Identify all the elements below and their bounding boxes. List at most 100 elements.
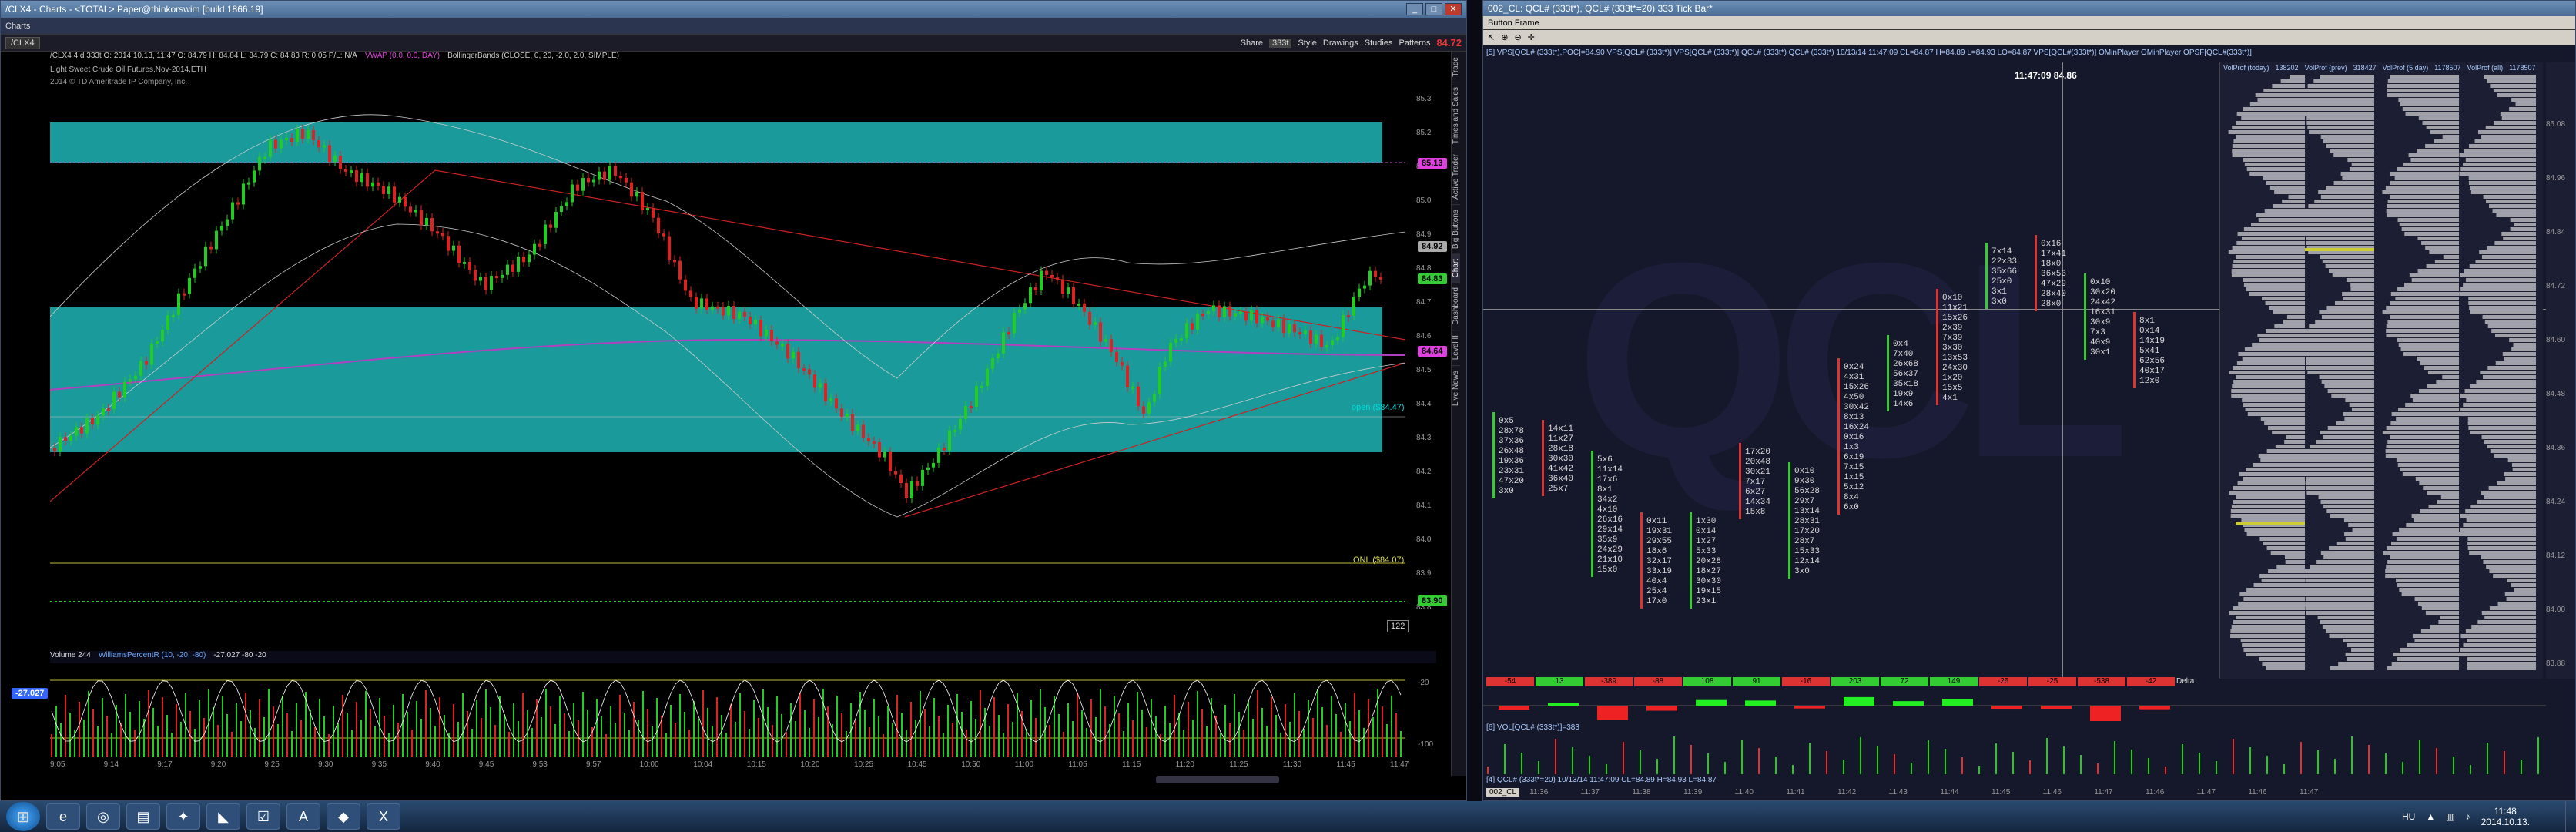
side-tab-times-sales[interactable]: Times and Sales xyxy=(1452,81,1460,149)
vp-bar xyxy=(2464,389,2536,393)
bar-count: 122 xyxy=(1387,620,1409,632)
vp-bar xyxy=(2494,121,2536,125)
vp-bar xyxy=(2464,149,2536,153)
workspace-tab[interactable]: 002_CL xyxy=(1486,788,1520,797)
vp-bar xyxy=(2391,412,2459,416)
vp-bar xyxy=(2476,380,2536,384)
candle-body xyxy=(1056,277,1059,280)
side-tab-dashboard[interactable]: Dashboard xyxy=(1452,282,1460,330)
vp-bar xyxy=(2386,426,2459,430)
zoom-out-icon[interactable]: ⊖ xyxy=(1514,32,1521,42)
chrome-icon[interactable]: ◎ xyxy=(86,803,120,830)
vp-bar xyxy=(2412,398,2459,402)
explorer-icon[interactable]: ▤ xyxy=(126,803,160,830)
vp-bar xyxy=(2233,620,2305,624)
delta-bar xyxy=(1794,706,1825,709)
side-tab-chart[interactable]: Chart xyxy=(1452,253,1460,283)
fp-time-tick: 11:46 xyxy=(2042,788,2062,797)
candle-body xyxy=(738,311,741,320)
vp-bar xyxy=(2310,565,2374,569)
candle-body xyxy=(851,414,854,431)
delta-cell: 149 xyxy=(1930,677,1978,686)
side-tab-trade[interactable]: Trade xyxy=(1452,52,1460,82)
candle-body xyxy=(59,437,62,452)
vp-bar xyxy=(2470,384,2536,388)
side-tab-level2[interactable]: Level II xyxy=(1452,330,1460,365)
crosshair-vertical xyxy=(2062,62,2063,679)
language-indicator[interactable]: HU xyxy=(2402,811,2415,822)
price-tick: 84.3 xyxy=(1416,434,1432,442)
candle-body xyxy=(517,256,520,272)
candle-body xyxy=(107,408,110,411)
vp-bar xyxy=(2232,153,2305,157)
acrobat-icon[interactable]: A xyxy=(286,803,320,830)
candle-body xyxy=(1110,339,1113,352)
vp-bar xyxy=(2492,209,2536,213)
zoom-tool-icon[interactable]: ⊕ xyxy=(1501,32,1508,42)
candle-body xyxy=(571,184,574,203)
close-button[interactable]: ✕ xyxy=(1445,3,1462,15)
side-tab-big-buttons[interactable]: Big Buttons xyxy=(1452,203,1460,253)
thinkorswim-icon[interactable]: ✦ xyxy=(166,803,200,830)
price-tick: 84.5 xyxy=(1416,366,1432,374)
drawings-button[interactable]: Drawings xyxy=(1323,39,1358,48)
vp-bar xyxy=(2250,223,2305,226)
vp-bar xyxy=(2306,477,2374,481)
williams-values: -27.027 -80 -20 xyxy=(213,651,266,659)
vp-bar xyxy=(2288,195,2305,199)
vp-bar xyxy=(2514,223,2536,226)
candle-body xyxy=(1347,315,1350,318)
excel-icon[interactable]: X xyxy=(367,803,400,830)
vp-bar xyxy=(2399,223,2459,226)
clock[interactable]: 11:48 2014.10.13. xyxy=(2481,806,2530,827)
candle-body xyxy=(414,210,417,213)
vp-bar xyxy=(2304,338,2374,342)
vp-bar xyxy=(2317,616,2374,619)
minimize-button[interactable]: _ xyxy=(1406,3,1423,15)
vp-bar xyxy=(2401,227,2459,231)
vp-bar xyxy=(2261,579,2305,582)
right-title-bar[interactable]: 002_CL: QCL# (333t*), QCL# (333t*=20) 33… xyxy=(1483,1,2575,16)
vp-bar xyxy=(2242,278,2305,282)
symbol-field[interactable]: /CLX4 xyxy=(5,36,40,49)
show-desktop-button[interactable] xyxy=(2565,801,2576,832)
price-chart[interactable] xyxy=(50,86,1405,648)
crosshair-icon[interactable]: ✛ xyxy=(1528,32,1535,42)
network-icon[interactable]: ▥ xyxy=(2446,811,2454,822)
volume-icon[interactable]: ♪ xyxy=(2466,811,2470,822)
vp-bar xyxy=(2304,458,2374,462)
side-tab-active-trader[interactable]: Active Trader xyxy=(1452,148,1460,204)
cursor-tool-icon[interactable]: ↖ xyxy=(1488,32,1495,42)
app-icon-blue[interactable]: ☑ xyxy=(246,803,280,830)
tray-up-arrow-icon[interactable]: ▲ xyxy=(2426,811,2435,822)
aggregation-button[interactable]: 333t xyxy=(1269,38,1292,48)
studies-button[interactable]: Studies xyxy=(1365,39,1393,48)
vp-bar xyxy=(2307,84,2374,88)
side-tab-live-news[interactable]: Live News xyxy=(1452,364,1460,411)
vp-bar xyxy=(2237,481,2305,485)
vp-bar xyxy=(2306,116,2374,120)
cluster-range-bar xyxy=(1690,512,1692,609)
style-button[interactable]: Style xyxy=(1298,39,1316,48)
vp-bar xyxy=(2387,84,2459,88)
horizontal-scrollbar[interactable] xyxy=(1156,776,1279,783)
charts-menu[interactable]: Charts xyxy=(5,22,30,31)
vp-bar xyxy=(2466,278,2536,282)
candle-body xyxy=(161,330,164,342)
patterns-button[interactable]: Patterns xyxy=(1399,39,1430,48)
app-icon-purple[interactable]: ◆ xyxy=(327,803,360,830)
maximize-button[interactable]: □ xyxy=(1425,3,1442,15)
multicharts-icon[interactable]: ◣ xyxy=(206,803,240,830)
left-title-bar[interactable]: /CLX4 - Charts - <TOTAL> Paper@thinkorsw… xyxy=(1,1,1466,18)
vp-bar xyxy=(2322,260,2374,263)
vp-bar xyxy=(2318,495,2374,499)
candle-body xyxy=(781,344,784,347)
vp-bar xyxy=(2396,537,2459,541)
start-button[interactable]: ⊞ xyxy=(6,802,40,831)
vp-bar xyxy=(2239,592,2305,596)
ie-icon[interactable]: e xyxy=(46,803,80,830)
vp-bar xyxy=(2304,569,2374,573)
candle-body xyxy=(581,178,585,191)
share-button[interactable]: Share xyxy=(1241,39,1263,48)
vp-bar xyxy=(2253,583,2305,587)
